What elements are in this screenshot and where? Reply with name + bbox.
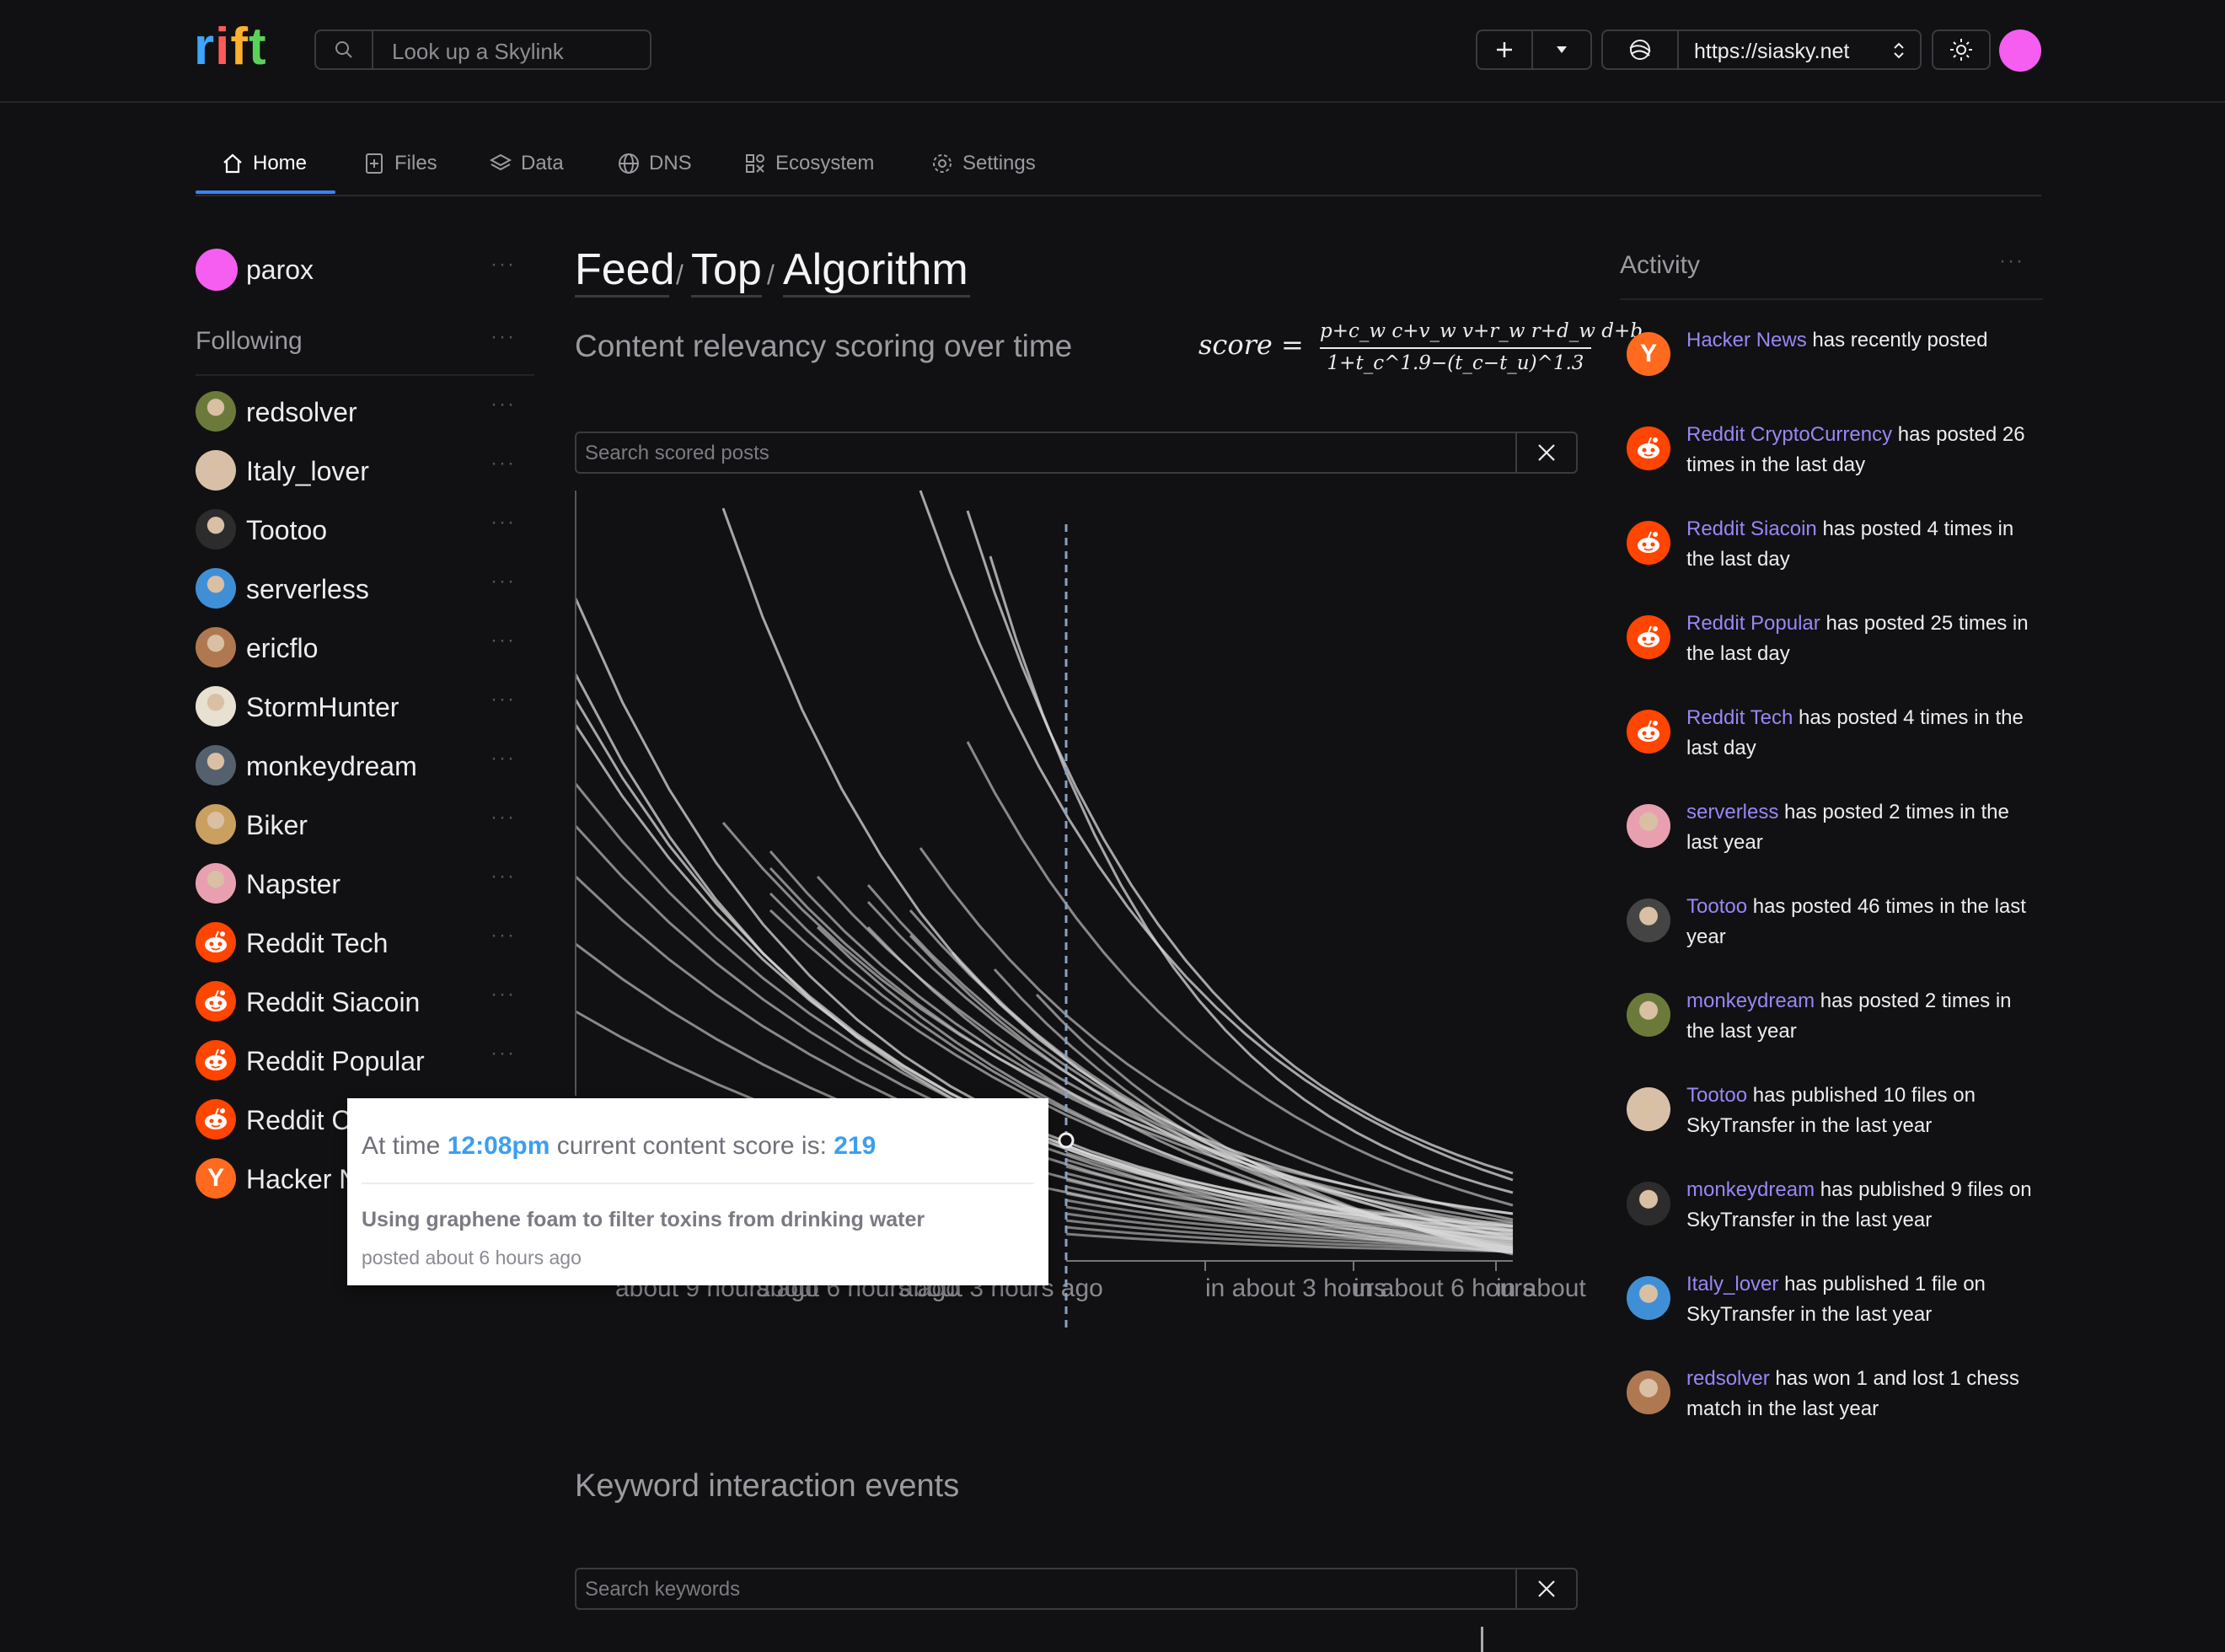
tooltip-prefix: At time: [362, 1132, 441, 1160]
activity-item: Reddit Tech has posted 4 times in the la…: [1686, 703, 2040, 764]
activity-actor-link[interactable]: Reddit CryptoCurrency: [1686, 423, 1892, 446]
chart-tooltip: At time 12:08pm current content score is…: [347, 1098, 1048, 1285]
avatar: [1627, 898, 1670, 942]
avatar: [1627, 1182, 1670, 1226]
reddit-icon: [1627, 521, 1670, 565]
close-icon: [1538, 1580, 1555, 1597]
activity-menu-button[interactable]: ···: [1999, 249, 2024, 273]
tooltip-post-title: Using graphene foam to filter toxins fro…: [362, 1208, 925, 1231]
reddit-icon: [1627, 710, 1670, 754]
avatar: [1627, 804, 1670, 848]
activity-item: Reddit Popular has posted 25 times in th…: [1686, 609, 2040, 669]
activity-actor-link[interactable]: Tootoo: [1686, 895, 1747, 918]
keywords-search[interactable]: Search keywords: [575, 1568, 1578, 1610]
activity-actor-link[interactable]: Reddit Tech: [1686, 706, 1793, 729]
tooltip-score: 219: [834, 1132, 877, 1160]
avatar: [1627, 1276, 1670, 1320]
avatar: [1627, 1370, 1670, 1414]
tooltip-posted-time: posted about 6 hours ago: [362, 1247, 582, 1268]
keywords-search-input[interactable]: Search keywords: [585, 1578, 740, 1601]
reddit-icon: [1627, 426, 1670, 470]
activity-item: monkeydream has published 9 files on Sky…: [1686, 1175, 2040, 1236]
clear-keywords-search-button[interactable]: [1515, 1569, 1576, 1608]
activity-item: Italy_lover has published 1 file on SkyT…: [1686, 1269, 2040, 1330]
activity-text: has recently posted: [1812, 329, 1988, 351]
activity-item: Reddit CryptoCurrency has posted 26 time…: [1686, 420, 2040, 480]
activity-actor-link[interactable]: monkeydream: [1686, 1178, 1815, 1201]
activity-item: redsolver has won 1 and lost 1 chess mat…: [1686, 1364, 2040, 1424]
activity-divider: [1620, 298, 2043, 300]
tooltip-middle: current content score is:: [556, 1132, 827, 1160]
activity-actor-link[interactable]: Reddit Siacoin: [1686, 518, 1817, 540]
activity-actor-link[interactable]: redsolver: [1686, 1367, 1770, 1390]
activity-actor-link[interactable]: Italy_lover: [1686, 1273, 1778, 1295]
tooltip-summary: At time 12:08pm current content score is…: [362, 1132, 876, 1161]
activity-item: Hacker News has recently posted: [1686, 325, 2040, 356]
activity-actor-link[interactable]: Hacker News: [1686, 329, 1807, 351]
reddit-icon: [1627, 615, 1670, 659]
avatar: [1627, 1087, 1670, 1131]
activity-actor-link[interactable]: Tootoo: [1686, 1084, 1747, 1107]
tooltip-divider: [362, 1183, 1034, 1184]
activity-heading: Activity: [1620, 251, 1701, 279]
score-curve: [966, 510, 1514, 1175]
activity-item: monkeydream has posted 2 times in the la…: [1686, 986, 2040, 1047]
avatar: [1627, 993, 1670, 1037]
activity-item: Tootoo has posted 46 times in the last y…: [1686, 892, 2040, 952]
tooltip-time: 12:08pm: [447, 1132, 550, 1160]
hover-point: [1058, 1132, 1075, 1149]
activity-item: Tootoo has published 10 files on SkyTran…: [1686, 1081, 2040, 1141]
activity-actor-link[interactable]: serverless: [1686, 801, 1778, 823]
activity-item: Reddit Siacoin has posted 4 times in the…: [1686, 514, 2040, 575]
activity-actor-link[interactable]: monkeydream: [1686, 990, 1815, 1012]
activity-item: serverless has posted 2 times in the las…: [1686, 797, 2040, 858]
hacker-news-icon: Y: [1627, 332, 1670, 376]
keyword-chart-tick: [1481, 1627, 1483, 1652]
keyword-section-title: Keyword interaction events: [575, 1468, 960, 1504]
x-axis-tick-label: in about: [1496, 1274, 1586, 1302]
activity-actor-link[interactable]: Reddit Popular: [1686, 612, 1820, 635]
